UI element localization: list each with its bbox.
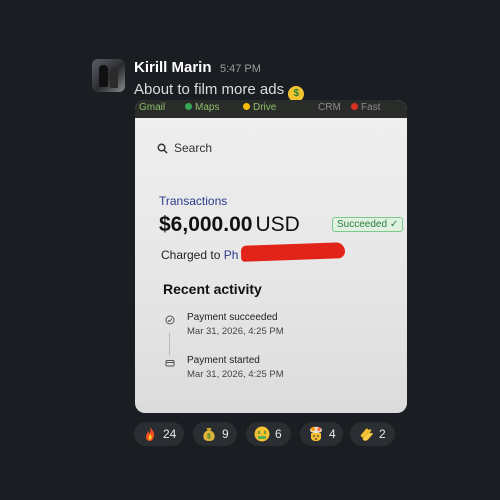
money-bag-icon: $ bbox=[203, 428, 215, 441]
maps-icon bbox=[185, 103, 192, 110]
transactions-link[interactable]: Transactions bbox=[159, 194, 227, 208]
check-circle-icon bbox=[165, 315, 175, 325]
message-header: Kirill Marin 5:47 PM bbox=[134, 59, 261, 77]
reaction-count: 4 bbox=[329, 427, 336, 441]
activity-title: Payment started bbox=[187, 355, 260, 366]
search-field[interactable]: Search bbox=[157, 141, 212, 155]
bookmark-fast: Fast bbox=[351, 102, 380, 113]
bookmark-crm: CRM bbox=[318, 102, 341, 113]
exploding-head-icon bbox=[310, 426, 322, 441]
reaction-money-bag[interactable]: $ 9 bbox=[193, 422, 237, 446]
amount-currency: USD bbox=[255, 213, 300, 236]
reaction-count: 6 bbox=[275, 427, 282, 441]
activity-item: Payment succeeded Mar 31, 2026, 4:25 PM bbox=[165, 312, 284, 337]
attached-image[interactable]: Gmail Maps Drive CRM Fast Search Transac… bbox=[135, 100, 407, 413]
redaction-mark bbox=[240, 242, 346, 262]
reaction-count: 2 bbox=[379, 427, 386, 441]
bookmark-label: Fast bbox=[361, 102, 381, 113]
clapping-hands-icon bbox=[360, 428, 373, 441]
reaction-count: 9 bbox=[222, 427, 229, 441]
bookmark-label: Gmail bbox=[139, 102, 166, 113]
reaction-fire[interactable]: 24 bbox=[134, 422, 184, 446]
avatar-person bbox=[110, 68, 118, 88]
reaction-money-mouth-face[interactable]: $ $ 6 bbox=[246, 422, 291, 446]
message-body: About to film more ads bbox=[134, 81, 285, 98]
activity-title: Payment succeeded bbox=[187, 312, 278, 323]
reaction-count: 24 bbox=[163, 427, 177, 441]
avatar[interactable] bbox=[92, 59, 125, 92]
bookmark-label: CRM bbox=[318, 102, 341, 113]
search-icon bbox=[157, 143, 168, 154]
amount-value: $6,000.00 bbox=[159, 213, 253, 236]
fire-icon bbox=[145, 427, 155, 441]
charged-to: Charged to Ph bbox=[161, 248, 238, 262]
bookmark-label: Drive bbox=[253, 102, 277, 113]
search-placeholder: Search bbox=[174, 141, 213, 155]
message-text: About to film more ads $ bbox=[134, 81, 305, 102]
browser-bookmarks-bar: Gmail Maps Drive CRM Fast bbox=[135, 100, 407, 118]
payment-amount: $6,000.00 USD bbox=[159, 213, 300, 237]
recent-activity-heading: Recent activity bbox=[163, 281, 262, 297]
activity-date: Mar 31, 2026, 4:25 PM bbox=[187, 326, 284, 337]
charged-label: Charged to bbox=[161, 248, 221, 262]
money-mouth-face-icon: $ $ bbox=[254, 426, 270, 442]
card-icon bbox=[165, 360, 175, 367]
svg-text:$: $ bbox=[207, 434, 211, 441]
reaction-clapping-hands[interactable]: 2 bbox=[350, 422, 395, 446]
bookmark-maps: Maps bbox=[185, 102, 219, 113]
avatar-person bbox=[99, 65, 108, 87]
bookmark-drive: Drive bbox=[243, 102, 276, 113]
author-name[interactable]: Kirill Marin bbox=[134, 59, 212, 76]
activity-date: Mar 31, 2026, 4:25 PM bbox=[187, 369, 284, 380]
timeline-connector bbox=[169, 333, 170, 355]
activity-item: Payment started Mar 31, 2026, 4:25 PM bbox=[165, 355, 284, 380]
drive-icon bbox=[243, 103, 250, 110]
charged-customer-link[interactable]: Ph bbox=[224, 248, 239, 262]
message-time[interactable]: 5:47 PM bbox=[220, 63, 261, 75]
reaction-exploding-head[interactable]: 4 bbox=[300, 422, 343, 446]
bookmark-gmail: Gmail bbox=[139, 102, 165, 113]
bookmark-icon bbox=[351, 103, 358, 110]
status-badge: Succeeded ✓ bbox=[332, 217, 404, 232]
bookmark-label: Maps bbox=[195, 102, 220, 113]
